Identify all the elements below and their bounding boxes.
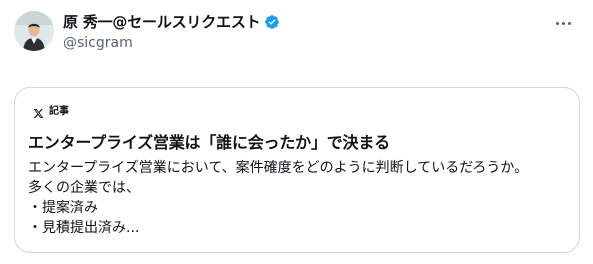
more-dot [555,21,559,25]
card-source-label: 記事 [49,105,69,117]
author-handle[interactable]: @sicgram [63,34,280,53]
more-options-icon[interactable] [551,13,575,33]
excerpt-line: ・提案済み [28,200,98,216]
avatar[interactable] [14,11,54,51]
excerpt-line: 多くの企業では、 [28,180,140,196]
excerpt-line: ・見積提出済み... [28,220,140,236]
tweet: 原 秀一@セールスリクエスト @sicgram 記事 エンタープライズ営業は「誰… [0,0,593,264]
more-dot [561,21,565,25]
verified-badge-icon[interactable] [264,14,280,30]
more-dot [567,21,571,25]
article-excerpt: エンタープライズ営業において、案件確度をどのように判断しているだろうか。 多くの… [28,158,573,238]
article-title: エンタープライズ営業は「誰に会ったか」で決まる [28,133,390,152]
name-row: 原 秀一@セールスリクエスト [63,11,280,32]
x-logo-icon [33,104,44,118]
card-source: 記事 [33,102,69,118]
tweet-header: 原 秀一@セールスリクエスト @sicgram [63,11,280,53]
article-card[interactable]: 記事 エンタープライズ営業は「誰に会ったか」で決まる エンタープライズ営業におい… [14,87,580,253]
author-display-name[interactable]: 原 秀一@セールスリクエスト [63,11,261,32]
excerpt-line: エンタープライズ営業において、案件確度をどのように判断しているだろうか。 [28,160,529,176]
